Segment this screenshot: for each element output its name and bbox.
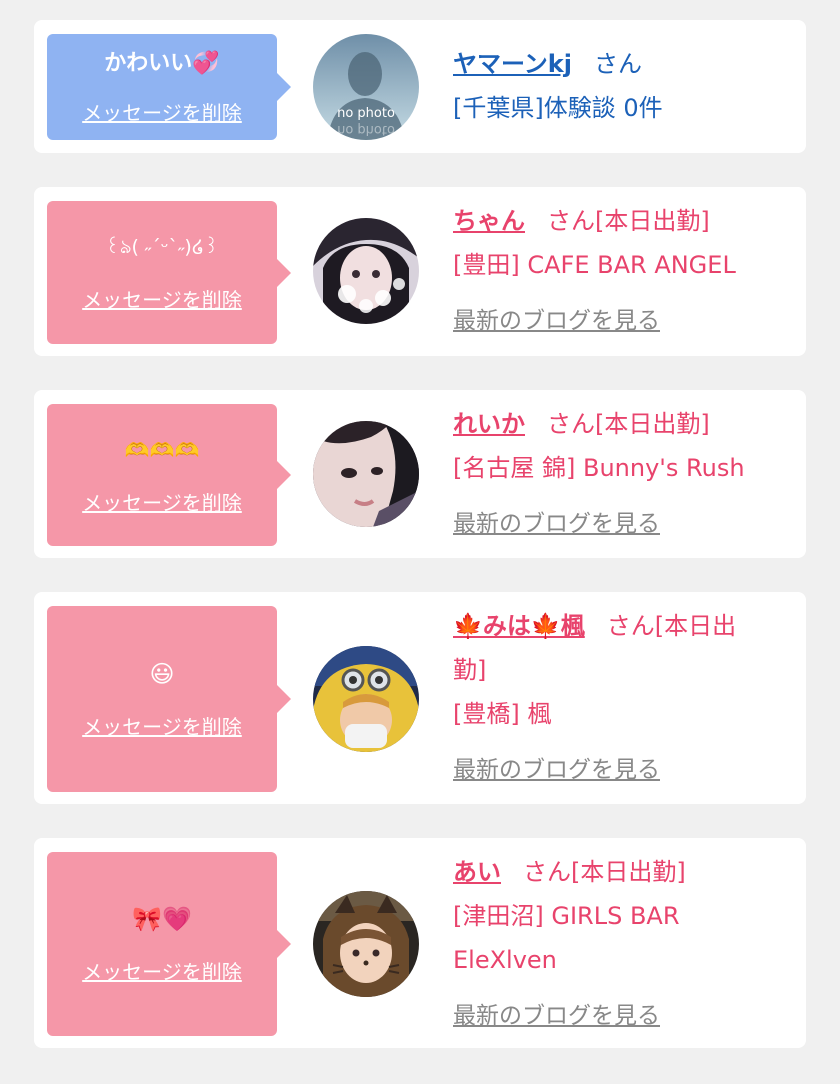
avatar[interactable]: no photo no photo	[313, 34, 419, 140]
delete-message-link[interactable]: メッセージを削除	[82, 956, 242, 985]
message-card: 🫶🫶🫶 メッセージを削除 れいか さん[本日出勤] [名古屋 錦] Bunny's…	[34, 390, 806, 558]
profile-photo-icon	[313, 218, 419, 324]
message-bubble: ꒰ঌ( ˶ˊᵕˋ˶)໒꒱ メッセージを削除	[47, 201, 291, 344]
message-text: 😃	[149, 659, 175, 688]
latest-blog-link[interactable]: 最新のブログを見る	[453, 299, 660, 343]
svg-text:no photo: no photo	[337, 122, 395, 137]
honorific-status-continued: 勤]	[453, 656, 487, 684]
delete-message-link[interactable]: メッセージを削除	[82, 711, 242, 740]
honorific-status: さん[本日出勤]	[547, 207, 710, 235]
svg-text:no photo: no photo	[337, 106, 395, 121]
message-text: ꒰ঌ( ˶ˊᵕˋ˶)໒꒱	[105, 236, 219, 258]
message-card: ꒰ঌ( ˶ˊᵕˋ˶)໒꒱ メッセージを削除 ちゃん さん[本日出勤] [豊田] C…	[34, 187, 806, 356]
cast-info: ちゃん さん[本日出勤] [豊田] CAFE BAR ANGEL 最新のブログを見…	[453, 199, 796, 343]
message-card: 🎀💗 メッセージを削除 あい さん[本日出勤] [津田沼] GIRLS BAR E…	[34, 838, 806, 1048]
message-text: 🫶🫶🫶	[124, 437, 200, 462]
profile-photo-icon	[313, 891, 419, 997]
message-text: 🎀💗	[132, 904, 192, 933]
avatar[interactable]	[313, 218, 419, 324]
member-info: ヤマーンkj さん [千葉県]体験談 0件	[453, 42, 796, 130]
delete-message-link[interactable]: メッセージを削除	[82, 97, 242, 126]
message-card: 😃 メッセージを削除 🍁みは🍁楓 さん[本日出 勤] [豊橋] 楓 最新のブログを…	[34, 592, 806, 804]
message-bubble: 😃 メッセージを削除	[47, 606, 291, 792]
cast-info: あい さん[本日出勤] [津田沼] GIRLS BAR EleXlven 最新のブ…	[453, 850, 796, 1038]
message-bubble: 🫶🫶🫶 メッセージを削除	[47, 404, 291, 546]
latest-blog-link[interactable]: 最新のブログを見る	[453, 748, 660, 792]
delete-message-link[interactable]: メッセージを削除	[82, 284, 242, 313]
cast-name-link[interactable]: れいか	[453, 410, 525, 438]
cast-name-link[interactable]: あい	[453, 858, 501, 886]
member-detail: [千葉県]体験談 0件	[453, 94, 663, 122]
honorific-status: さん[本日出勤]	[547, 410, 710, 438]
shop-name: [津田沼] GIRLS BAR	[453, 902, 680, 930]
latest-blog-link[interactable]: 最新のブログを見る	[453, 502, 660, 546]
shop-name: [豊田] CAFE BAR ANGEL	[453, 251, 736, 279]
shop-name-continued: EleXlven	[453, 946, 557, 974]
shop-name: [名古屋 錦] Bunny's Rush	[453, 454, 745, 482]
message-text: かわいい💞	[104, 50, 220, 76]
message-bubble: 🎀💗 メッセージを削除	[47, 852, 291, 1036]
cast-info: 🍁みは🍁楓 さん[本日出 勤] [豊橋] 楓 最新のブログを見る	[453, 604, 796, 792]
shop-name: [豊橋] 楓	[453, 700, 552, 728]
honorific-status: さん[本日出勤]	[523, 858, 686, 886]
cast-info: れいか さん[本日出勤] [名古屋 錦] Bunny's Rush 最新のブログを…	[453, 402, 796, 546]
member-name-link[interactable]: ヤマーンkj	[453, 50, 572, 78]
honorific-status: さん[本日出	[606, 612, 737, 640]
profile-photo-icon	[313, 421, 419, 527]
latest-blog-link[interactable]: 最新のブログを見る	[453, 994, 660, 1038]
cast-name-link[interactable]: ちゃん	[453, 207, 525, 235]
avatar[interactable]	[313, 891, 419, 997]
avatar[interactable]	[313, 421, 419, 527]
avatar[interactable]	[313, 646, 419, 752]
delete-message-link[interactable]: メッセージを削除	[82, 487, 242, 516]
message-bubble: かわいい💞 メッセージを削除	[47, 34, 291, 140]
cast-name-link[interactable]: 🍁みは🍁楓	[453, 612, 585, 640]
profile-photo-icon	[313, 646, 419, 752]
no-photo-avatar-icon: no photo no photo	[313, 34, 419, 140]
message-card: かわいい💞 メッセージを削除 no photo no photo ヤマーンkj さ…	[34, 20, 806, 153]
honorific: さん	[594, 50, 642, 78]
